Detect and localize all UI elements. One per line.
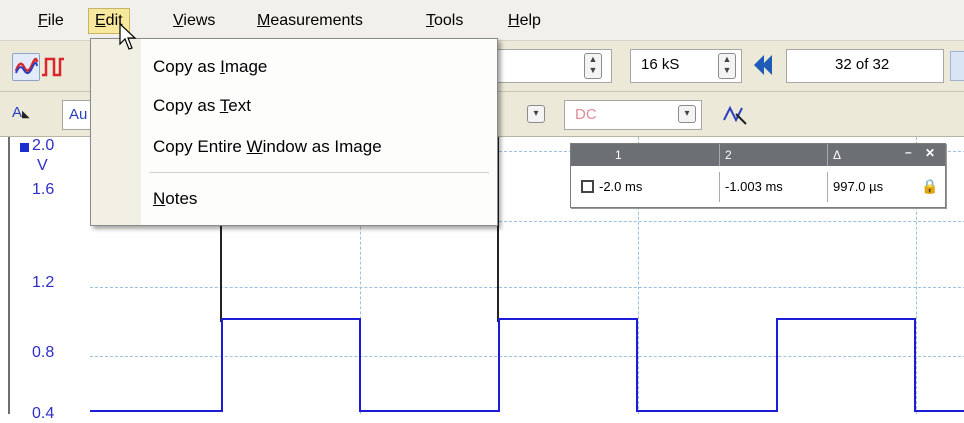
copy-as-image-item[interactable]: Copy as Image: [153, 55, 267, 79]
menu-measurements-label: Measurements: [257, 12, 363, 29]
ruler-measurements-panel: 1 2 Δ – ✕ -2.0 ms -1.003 ms 997.0 µs 🔒: [570, 143, 946, 208]
menu-help[interactable]: Help: [502, 9, 547, 33]
scope-mode-button[interactable]: [12, 53, 40, 81]
lock-icon[interactable]: 🔒: [921, 178, 938, 195]
menu-file[interactable]: File: [32, 9, 70, 33]
channel-a-button[interactable]: A◣: [12, 104, 52, 126]
range-dropdown-arrow[interactable]: ▾: [527, 105, 545, 123]
scope-wave-icon: [14, 57, 39, 74]
menu-file-label: File: [38, 12, 64, 29]
auto-setup-icon: [723, 105, 747, 125]
menu-tools-label: Tools: [426, 12, 464, 29]
header-ruler-2: 2: [725, 148, 732, 162]
menu-measurements[interactable]: Measurements: [251, 9, 369, 33]
close-icon[interactable]: ✕: [925, 146, 935, 160]
menu-separator: [149, 172, 489, 173]
menu-help-label: Help: [508, 12, 541, 29]
channel-a-label: A: [12, 104, 23, 121]
buffer-field[interactable]: 32 of 32: [786, 49, 944, 83]
timebase-spinner[interactable]: ▲ ▼: [584, 53, 602, 79]
ruler-1-value: -2.0 ms: [599, 172, 720, 202]
samples-value: 16 kS: [641, 56, 680, 73]
copy-entire-window-item[interactable]: Copy Entire Window as Image: [153, 135, 382, 159]
first-buffer-button[interactable]: [748, 52, 778, 78]
menu-bar: File Edit Views Measurements Tools Help: [0, 0, 964, 41]
edit-menu-dropdown: Copy as Image Copy as Text Copy Entire W…: [90, 38, 498, 226]
ruler-2-value: -1.003 ms: [725, 172, 828, 202]
menu-icon-gutter: [91, 39, 141, 225]
menu-views[interactable]: Views: [167, 9, 221, 33]
buffer-value: 32 of 32: [835, 56, 890, 73]
ruler-row-checkbox[interactable]: [581, 180, 594, 193]
skip-back-icon: [754, 55, 772, 75]
mouse-cursor-icon: [119, 22, 137, 50]
next-buffer-button[interactable]: [950, 51, 964, 81]
coupling-dropdown-arrow[interactable]: ▾: [678, 105, 696, 123]
header-ruler-1: 1: [615, 148, 622, 162]
coupling-value: DC: [575, 106, 597, 123]
channel-range-value: Au: [69, 106, 88, 123]
square-wave-icon: [42, 57, 64, 77]
copy-as-text-item[interactable]: Copy as Text: [153, 94, 251, 118]
menu-views-label: Views: [173, 12, 216, 29]
minimize-icon[interactable]: –: [905, 145, 912, 159]
header-delta: Δ: [833, 148, 842, 162]
notes-item[interactable]: Notes: [153, 187, 197, 211]
measurements-header: 1 2 Δ – ✕: [571, 144, 945, 166]
auto-setup-button[interactable]: [722, 104, 748, 126]
menu-tools[interactable]: Tools: [420, 9, 469, 33]
delta-value: 997.0 µs: [833, 179, 884, 194]
samples-spinner[interactable]: ▲ ▼: [718, 53, 736, 79]
persistence-mode-button[interactable]: [40, 55, 66, 79]
